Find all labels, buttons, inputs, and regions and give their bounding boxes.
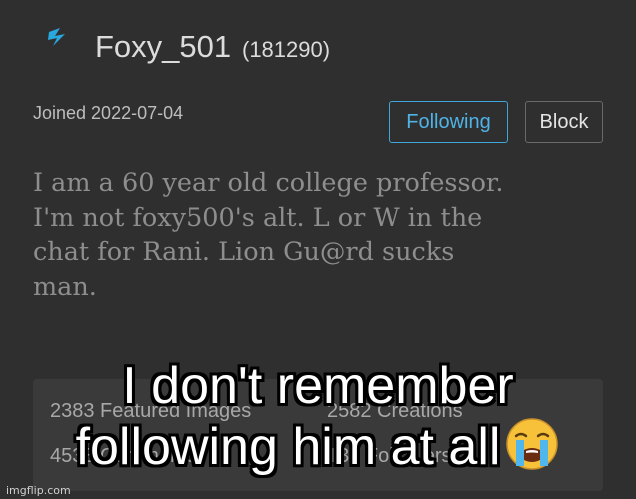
bio-line: I'm not foxy500's alt. L or W in the — [33, 202, 483, 233]
block-button[interactable]: Block — [525, 101, 603, 143]
profile-page: Foxy_501 (181290) Joined 2022-07-04 Foll… — [0, 0, 636, 499]
user-points: (181290) — [242, 37, 331, 62]
loudly-crying-face-icon — [506, 418, 559, 470]
lightning-bolt-icon[interactable] — [44, 26, 70, 48]
joined-date: Joined 2022-07-04 — [33, 103, 184, 123]
bio-line: man. — [33, 271, 97, 302]
caption-line-1: I don't remember — [122, 357, 514, 415]
watermark: imgflip.com — [6, 484, 71, 497]
caption-line-2-wrap: following him at all — [0, 416, 636, 477]
meme-caption: I don't remember following him at all — [0, 356, 636, 477]
username[interactable]: Foxy_501 — [95, 28, 231, 66]
caption-line-2: following him at all — [75, 418, 501, 476]
bio-line: chat for Rani. Lion Gu@rd sucks — [33, 237, 455, 267]
following-button[interactable]: Following — [389, 101, 508, 143]
bio-line: I am a 60 year old college professor. — [33, 168, 504, 198]
profile-bio: I am a 60 year old college professor. I'… — [33, 166, 593, 304]
